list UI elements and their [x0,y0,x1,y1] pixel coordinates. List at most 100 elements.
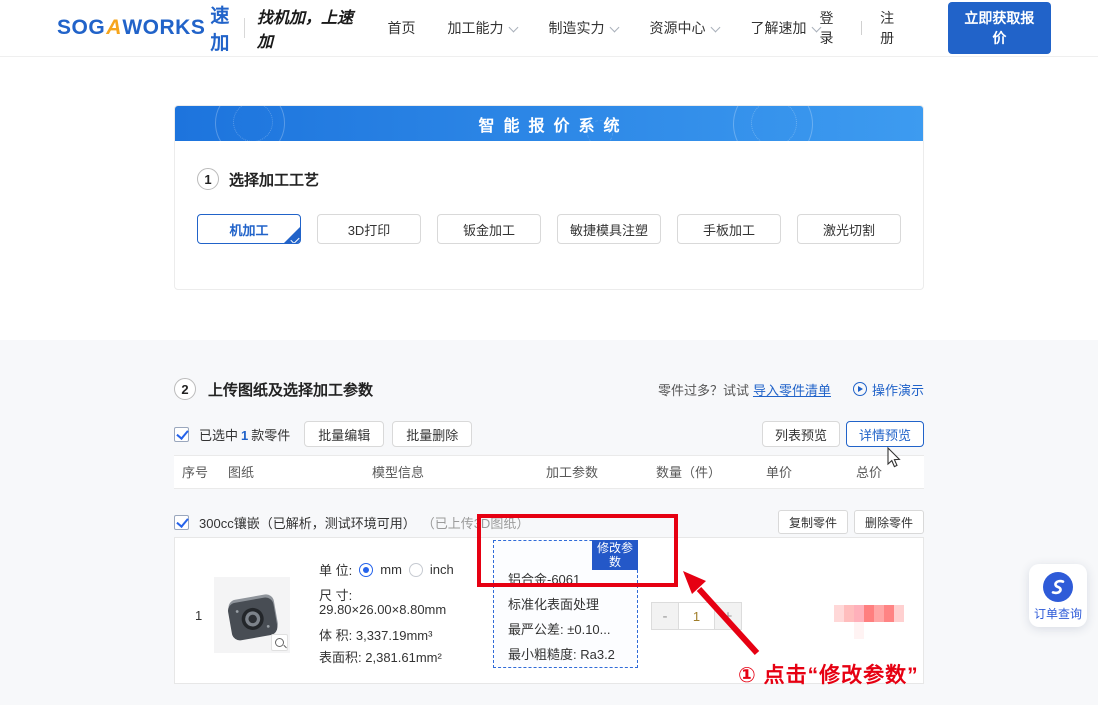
column-drawing: 图纸 [228,456,254,490]
volume-value: 3,337.19mm³ [356,628,433,643]
quantity-minus-button[interactable]: - [651,602,679,630]
part-thumbnail[interactable] [214,577,290,653]
quantity-stepper: - + [651,602,742,630]
param-surface: 标准化表面处理 [508,596,615,614]
chevron-down-icon [609,23,619,33]
unit-selector: 单 位: mm inch [319,560,454,579]
play-circle-icon [853,382,867,396]
tab-3d-printing[interactable]: 3D打印 [317,214,421,244]
selected-count: 1 [238,428,251,443]
selected-check-icon [283,226,301,244]
too-many-parts-hint: 零件过多？试试 [658,380,749,399]
nav-item-capability[interactable]: 加工能力 [448,18,517,38]
demo-link[interactable]: 操作演示 [853,380,924,399]
tab-sheet-metal[interactable]: 钣金加工 [437,214,541,244]
step2-title: 上传图纸及选择加工参数 [208,379,373,400]
modify-params-button[interactable]: 修改参数 [592,540,638,570]
delete-part-button[interactable]: 删除零件 [854,510,924,534]
tab-cnc-machining[interactable]: 机加工 [197,214,301,244]
censored-price [834,605,906,641]
chevron-down-icon [508,23,518,33]
chevron-down-icon [710,23,720,33]
order-query-label: 订单查询 [1034,605,1082,622]
step2-header: 2 上传图纸及选择加工参数 零件过多？试试 导入零件清单 操作演示 [174,378,924,400]
unit-label: 单 位: [319,560,352,579]
select-all-checkbox[interactable] [174,427,189,442]
column-total-price: 总价 [856,456,882,490]
batch-delete-button[interactable]: 批量删除 [392,421,472,447]
process-tabs: 机加工 3D打印 钣金加工 敏捷模具注塑 手板加工 激光切割 [197,214,923,244]
unit-mm-radio[interactable] [359,563,373,577]
annotation-callout-text: ① 点击“修改参数” [738,659,919,689]
login-link[interactable]: 登录 [820,8,844,48]
tab-rapid-tooling[interactable]: 敏捷模具注塑 [557,214,661,244]
part-index: 1 [195,608,202,623]
column-quantity: 数量（件） [656,456,721,490]
param-material: 铝合金-6061 [508,571,615,589]
demo-label: 操作演示 [872,380,924,399]
logo-divider [244,18,245,38]
list-preview-button[interactable]: 列表预览 [762,421,840,447]
step1-title: 选择加工工艺 [229,169,319,190]
selection-bar: 已选中1款零件 批量编辑 批量删除 列表预览 详情预览 [174,420,924,448]
unit-mm-label: mm [380,562,402,577]
top-nav: SOGAWORKS 速加 找机加，上速加 首页 加工能力 制造实力 资源中心 了… [0,0,1098,57]
column-unit-price: 单价 [766,456,792,490]
part-checkbox[interactable] [174,515,189,530]
tab-prototype[interactable]: 手板加工 [677,214,781,244]
quote-system-card: 智能报价系统 1 选择加工工艺 机加工 3D打印 钣金加工 敏捷模具注塑 手板加… [174,105,924,290]
logo-letter-a: A [106,16,121,40]
nav-item-strength[interactable]: 制造实力 [549,18,618,38]
quantity-plus-button[interactable]: + [714,602,742,630]
part-name: 300cc镶嵌（已解析，测试环境可用） [199,513,416,532]
register-link[interactable]: 注册 [880,8,904,48]
step2-number: 2 [174,378,196,400]
logo-cn: 速加 [210,1,232,55]
step1-number: 1 [197,168,219,190]
part-upload-status: （已上传3D图纸） [422,513,530,532]
parts-table-header: 序号 图纸 模型信息 加工参数 数量（件） 单价 总价 [174,455,924,489]
import-parts-link[interactable]: 导入零件清单 [753,380,831,399]
logo-text-works: WORKS [122,16,205,40]
detail-preview-button[interactable]: 详情预览 [846,421,924,447]
nav-item-home[interactable]: 首页 [388,18,416,38]
part-row-actions: 复制零件 删除零件 [778,510,924,534]
auth-divider [861,21,862,35]
banner-title: 智能报价系统 [469,112,628,136]
order-query-widget[interactable]: 订单查询 [1029,564,1087,627]
preview-toggle: 列表预览 详情预览 [762,421,924,447]
order-query-icon [1043,572,1073,602]
column-index: 序号 [182,456,208,490]
nav-item-about[interactable]: 了解速加 [751,18,820,38]
process-params-box[interactable]: 修改参数 铝合金-6061 标准化表面处理 最严公差: ±0.10... 最小粗… [493,540,638,668]
area-value: 2,381.61mm² [365,650,442,665]
area-line: 表面积: 2,381.61mm² [319,647,442,666]
tagline: 找机加，上速加 [257,4,359,52]
zoom-in-icon[interactable] [271,634,288,651]
param-roughness: 最小粗糙度: Ra3.2 [508,646,615,664]
param-tolerance: 最严公差: ±0.10... [508,621,615,639]
size-value: 29.80×26.00×8.80mm [319,602,446,617]
banner-decoration [233,106,273,141]
column-model-info: 模型信息 [372,456,424,490]
hint-group: 零件过多？试试 导入零件清单 操作演示 [658,380,924,399]
unit-inch-radio[interactable] [409,563,423,577]
column-process-params: 加工参数 [546,456,598,490]
get-quote-button[interactable]: 立即获取报价 [948,2,1051,54]
header-right: 登录 注册 立即获取报价 [820,2,1051,54]
nav-item-resources[interactable]: 资源中心 [650,18,719,38]
logo[interactable]: SOGAWORKS 速加 [57,1,232,55]
quantity-input[interactable] [679,602,714,630]
part-row-header: 300cc镶嵌（已解析，测试环境可用） （已上传3D图纸） 复制零件 删除零件 [174,509,924,535]
step1-header: 1 选择加工工艺 [197,168,923,190]
tab-laser-cutting[interactable]: 激光切割 [797,214,901,244]
page: SOGAWORKS 速加 找机加，上速加 首页 加工能力 制造实力 资源中心 了… [0,0,1098,705]
logo-text-sog: SOG [57,16,105,40]
unit-inch-label: inch [430,562,454,577]
param-list: 铝合金-6061 标准化表面处理 最严公差: ±0.10... 最小粗糙度: R… [508,571,615,664]
volume-line: 体 积: 3,337.19mm³ [319,625,432,644]
selected-count-text: 已选中1款零件 [199,425,290,444]
batch-edit-button[interactable]: 批量编辑 [304,421,384,447]
main-nav: 首页 加工能力 制造实力 资源中心 了解速加 [388,18,820,38]
copy-part-button[interactable]: 复制零件 [778,510,848,534]
